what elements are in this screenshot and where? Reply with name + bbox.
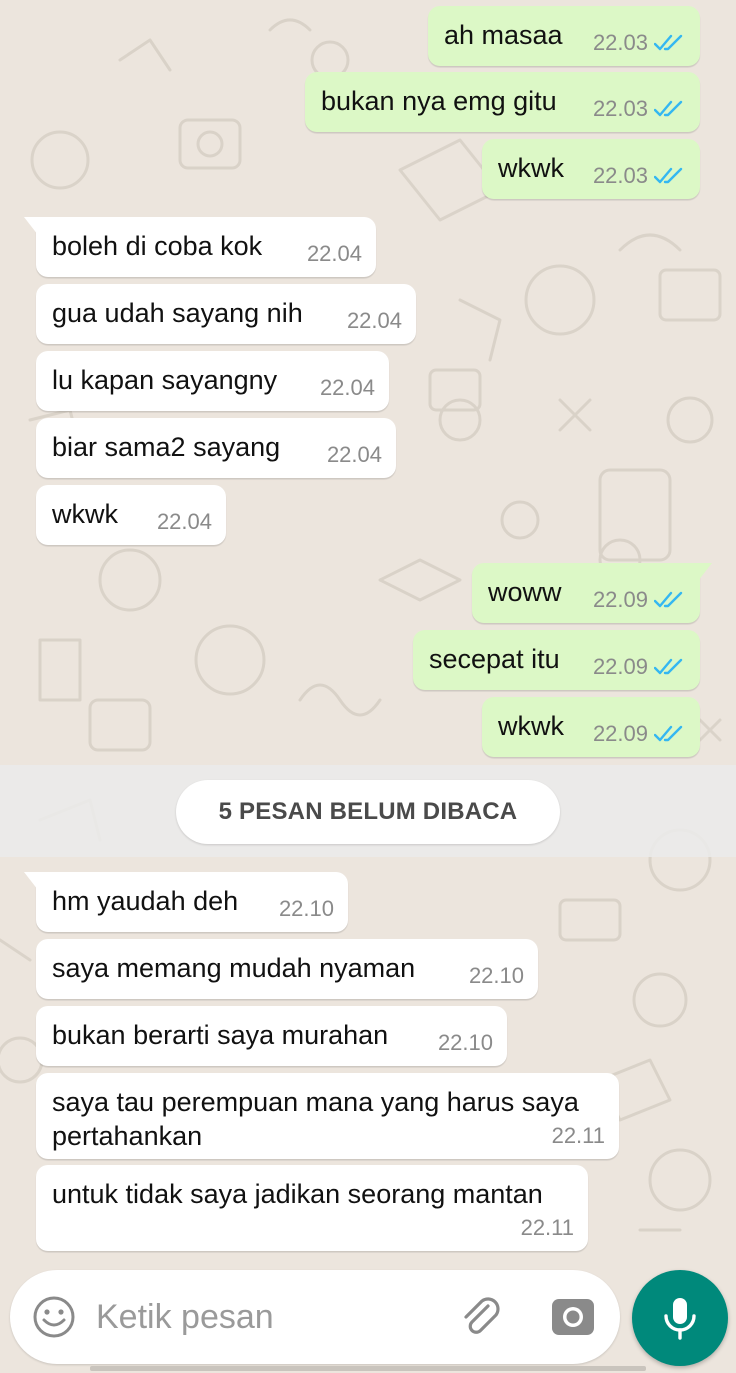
outgoing-message[interactable]: wkwk 22.03 [482, 139, 700, 199]
message-text: saya memang mudah nyaman [52, 953, 416, 983]
message-meta: 22.04 [157, 509, 212, 535]
incoming-message[interactable]: untuk tidak saya jadikan seorang mantan 2… [36, 1165, 588, 1251]
message-text: woww [488, 577, 562, 607]
message-meta: 22.09 [593, 587, 686, 613]
message-time: 22.09 [592, 721, 648, 746]
message-meta: 22.03 [593, 163, 686, 189]
message-text: wkwk [498, 711, 564, 741]
message-meta: 22.09 [593, 654, 686, 680]
message-meta: 22.10 [438, 1030, 493, 1056]
incoming-message[interactable]: biar sama2 sayang 22.04 [36, 418, 396, 478]
message-time: 22.03 [592, 30, 648, 55]
double-check-icon [654, 725, 683, 742]
emoji-icon[interactable] [32, 1295, 76, 1339]
message-meta: 22.04 [307, 241, 362, 267]
paperclip-icon[interactable] [458, 1294, 506, 1342]
double-check-icon [654, 100, 683, 117]
chat-messages-area[interactable]: ah masaa 22.03 bukan nya emg gitu 22.03 wkwk… [0, 0, 736, 1260]
incoming-message[interactable]: wkwk 22.04 [36, 485, 226, 545]
message-meta: 22.03 [593, 96, 686, 122]
message-input[interactable] [96, 1292, 436, 1342]
message-time: 22.04 [156, 509, 212, 534]
message-time: 22.04 [346, 308, 402, 333]
message-meta: 22.10 [469, 963, 524, 989]
message-time: 22.10 [468, 963, 524, 988]
message-text: wkwk [498, 153, 564, 183]
microphone-icon [664, 1298, 696, 1340]
message-time: 22.03 [592, 163, 648, 188]
outgoing-message[interactable]: bukan nya emg gitu 22.03 [305, 72, 700, 132]
message-text: gua udah sayang nih [52, 298, 303, 328]
message-text: wkwk [52, 499, 118, 529]
message-time: 22.04 [306, 241, 362, 266]
message-meta: 22.10 [279, 896, 334, 922]
camera-icon[interactable] [550, 1295, 596, 1339]
outgoing-message[interactable]: ah masaa 22.03 [428, 6, 700, 66]
message-text: boleh di coba kok [52, 231, 263, 261]
bubble-tail [698, 563, 712, 581]
message-text: secepat itu [429, 644, 560, 674]
message-time: 22.04 [326, 442, 382, 467]
message-text: bukan berarti saya murahan [52, 1020, 389, 1050]
incoming-message[interactable]: saya memang mudah nyaman 22.10 [36, 939, 538, 999]
message-text: bukan nya emg gitu [321, 86, 557, 116]
outgoing-message[interactable]: secepat itu 22.09 [413, 630, 700, 690]
message-meta: 22.04 [320, 375, 375, 401]
incoming-message[interactable]: lu kapan sayangny 22.04 [36, 351, 389, 411]
double-check-icon [654, 167, 683, 184]
bubble-tail [24, 217, 38, 235]
message-meta: 22.04 [327, 442, 382, 468]
message-time: 22.10 [437, 1030, 493, 1055]
message-meta: 22.03 [593, 30, 686, 56]
outgoing-message[interactable]: woww 22.09 [472, 563, 712, 623]
message-time: 22.11 [551, 1123, 605, 1148]
incoming-message[interactable]: hm yaudah deh 22.10 [24, 872, 348, 932]
incoming-message[interactable]: saya tau perempuan mana yang harus saya … [36, 1073, 619, 1159]
message-text: biar sama2 sayang [52, 432, 281, 462]
message-composer [10, 1270, 620, 1364]
double-check-icon [654, 591, 683, 608]
incoming-message[interactable]: bukan berarti saya murahan 22.10 [36, 1006, 507, 1066]
message-time: 22.04 [319, 375, 375, 400]
message-meta: 22.11 [552, 1123, 605, 1149]
double-check-icon [654, 34, 683, 51]
message-time: 22.11 [520, 1215, 574, 1240]
message-text: ah masaa [444, 20, 563, 50]
message-time: 22.09 [592, 587, 648, 612]
message-text: untuk tidak saya jadikan seorang mantan [52, 1179, 543, 1209]
incoming-message[interactable]: gua udah sayang nih 22.04 [36, 284, 416, 344]
message-meta: 22.04 [347, 308, 402, 334]
bubble-tail [24, 872, 38, 890]
message-text: saya tau perempuan mana yang harus saya … [52, 1087, 579, 1151]
unread-messages-banner: 5 PESAN BELUM DIBACA [176, 780, 560, 844]
outgoing-message[interactable]: wkwk 22.09 [482, 697, 700, 757]
message-time: 22.03 [592, 96, 648, 121]
navigation-handle [90, 1366, 646, 1371]
message-meta: 22.11 [521, 1215, 574, 1241]
mic-button[interactable] [632, 1270, 728, 1366]
incoming-message[interactable]: boleh di coba kok 22.04 [24, 217, 376, 277]
message-time: 22.10 [278, 896, 334, 921]
message-time: 22.09 [592, 654, 648, 679]
double-check-icon [654, 658, 683, 675]
message-meta: 22.09 [593, 721, 686, 747]
message-text: lu kapan sayangny [52, 365, 278, 395]
message-text: hm yaudah deh [52, 886, 239, 916]
